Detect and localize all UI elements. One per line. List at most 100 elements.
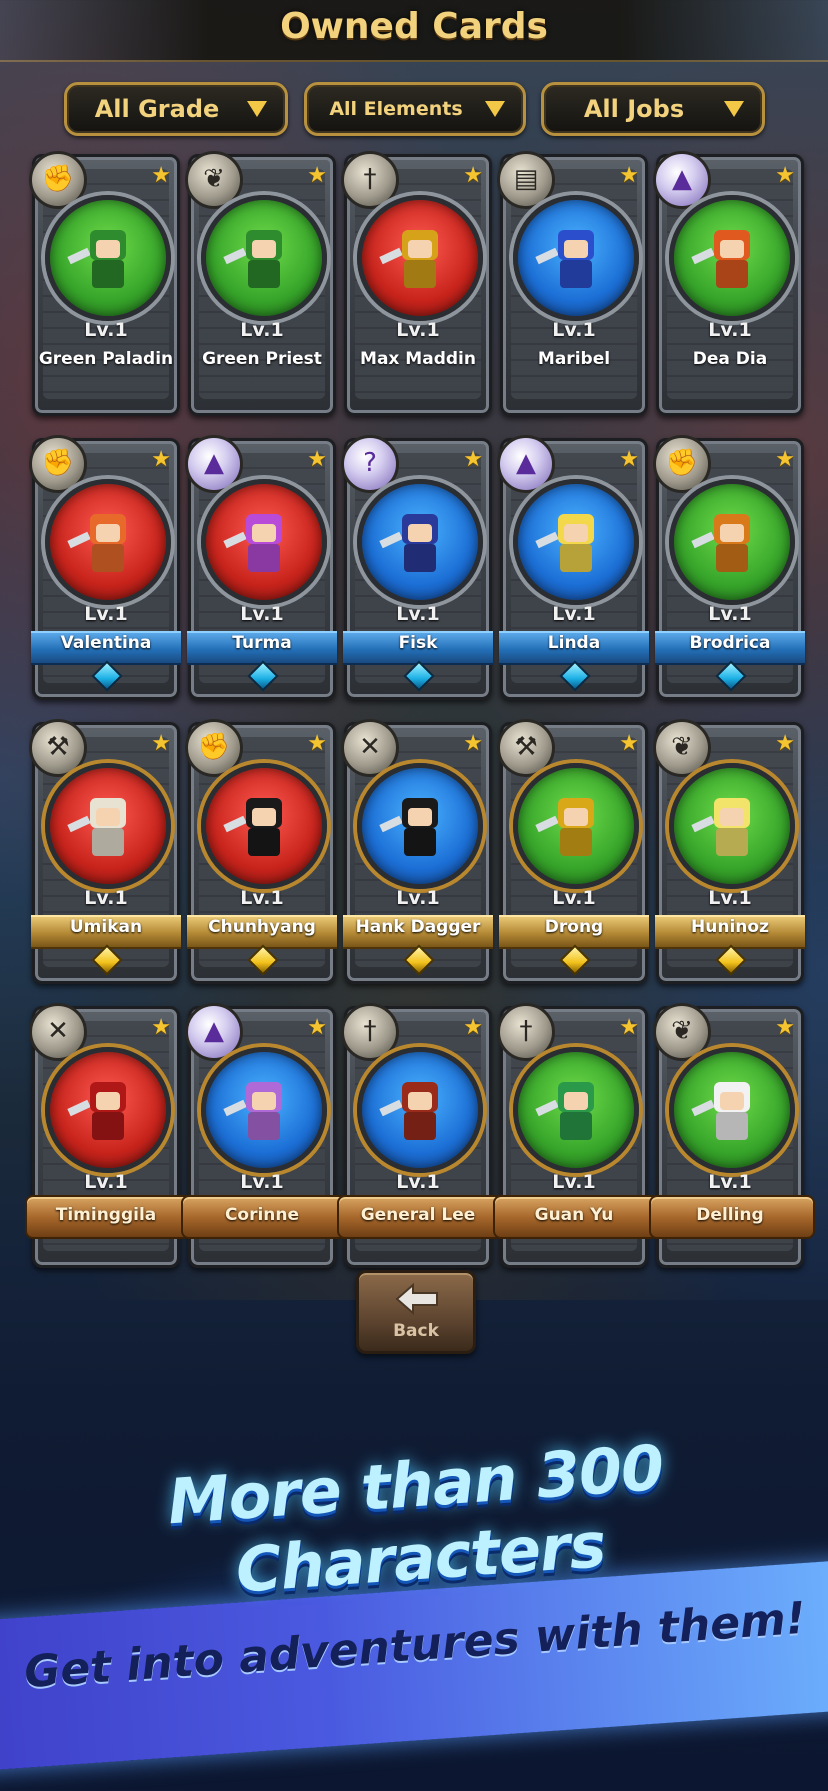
character-sprite	[67, 514, 134, 576]
sprite-body	[248, 544, 280, 572]
character-card[interactable]: ★ ▲ Lv.1 Dea Dia	[653, 151, 804, 416]
character-sprite	[535, 1082, 602, 1144]
elements-filter-dropdown[interactable]: All Elements	[304, 82, 526, 136]
card-level: Lv.1	[84, 887, 128, 909]
character-card[interactable]: ★ ✊ Lv.1 Valentina	[29, 435, 181, 700]
star-icon: ★	[307, 1015, 327, 1040]
character-card[interactable]: ★ ❦ Lv.1 Green Priest	[185, 151, 336, 416]
card-name: Umikan	[69, 917, 143, 937]
character-portrait	[201, 763, 327, 889]
character-card[interactable]: ★ † Lv.1 Guan Yu	[493, 1003, 659, 1268]
axe-icon: ⚒	[29, 719, 87, 777]
weapon-icon	[535, 815, 559, 833]
sprite-body	[560, 1112, 592, 1140]
card-name: Linda	[547, 633, 601, 653]
grade-filter-dropdown[interactable]: All Grade	[64, 82, 288, 136]
card-name: Fisk	[398, 633, 438, 653]
card-name: Green Paladin	[38, 349, 174, 369]
character-sprite	[223, 798, 290, 860]
sprite-face	[564, 524, 588, 542]
book-icon: ▤	[497, 151, 555, 209]
character-card[interactable]: ★ ✊ Lv.1 Green Paladin	[29, 151, 180, 416]
card-name: Chunhyang	[208, 917, 316, 937]
character-sprite	[67, 1082, 134, 1144]
star-icon: ★	[307, 163, 327, 188]
sprite-face	[720, 808, 744, 826]
star-icon: ★	[463, 731, 483, 756]
wings-icon: ❦	[185, 151, 243, 209]
character-portrait	[357, 1047, 483, 1173]
card-level: Lv.1	[552, 319, 596, 341]
sprite-face	[252, 1092, 276, 1110]
sprite-body	[560, 544, 592, 572]
character-portrait	[513, 195, 639, 321]
card-level: Lv.1	[708, 887, 752, 909]
sprite-face	[252, 240, 276, 258]
star-icon: ★	[307, 731, 327, 756]
chevron-down-icon	[724, 101, 744, 117]
character-card[interactable]: ★ ▲ Lv.1 Corinne	[181, 1003, 347, 1268]
card-level: Lv.1	[84, 603, 128, 625]
card-name: Green Priest	[202, 349, 322, 369]
character-portrait	[357, 195, 483, 321]
weapon-icon	[223, 815, 247, 833]
character-card[interactable]: ★ ❦ Lv.1 Huninoz	[653, 719, 805, 984]
sprite-body	[716, 828, 748, 856]
character-card[interactable]: ★ ⚒ Lv.1 Drong	[497, 719, 649, 984]
back-arrow-icon	[395, 1283, 438, 1315]
character-card[interactable]: ★ † Lv.1 Max Maddin	[341, 151, 492, 416]
character-card[interactable]: ★ ✊ Lv.1 Brodrica	[653, 435, 805, 700]
card-level: Lv.1	[396, 319, 440, 341]
character-card[interactable]: ★ ✕ Lv.1 Timinggila	[25, 1003, 191, 1268]
card-level: Lv.1	[552, 603, 596, 625]
character-card[interactable]: ★ ▤ Lv.1 Maribel	[497, 151, 648, 416]
character-card[interactable]: ★ ❦ Lv.1 Delling	[649, 1003, 815, 1268]
sprite-face	[564, 240, 588, 258]
card-name: Maribel	[537, 349, 611, 369]
card-level: Lv.1	[396, 887, 440, 909]
weapon-icon	[379, 247, 403, 265]
character-portrait	[357, 763, 483, 889]
fist-icon: ✊	[653, 435, 711, 493]
jobs-filter-dropdown[interactable]: All Jobs	[541, 82, 765, 136]
character-card[interactable]: ★ ✊ Lv.1 Chunhyang	[185, 719, 337, 984]
card-name: Timinggila	[55, 1205, 157, 1225]
sprite-face	[252, 808, 276, 826]
character-card[interactable]: ★ ⚒ Lv.1 Umikan	[29, 719, 181, 984]
sprite-body	[404, 828, 436, 856]
witch-hat-icon: ▲	[497, 435, 555, 493]
card-level: Lv.1	[708, 603, 752, 625]
character-sprite	[223, 1082, 290, 1144]
character-portrait	[669, 479, 795, 605]
character-card[interactable]: ★ ✕ Lv.1 Hank Dagger	[341, 719, 493, 984]
sprite-body	[716, 544, 748, 572]
star-icon: ★	[619, 163, 639, 188]
weapon-icon	[67, 531, 91, 549]
sprite-face	[720, 1092, 744, 1110]
sprite-face	[408, 1092, 432, 1110]
crossed-swords-icon: ✕	[29, 1003, 87, 1061]
character-portrait	[45, 479, 171, 605]
weapon-icon	[691, 815, 715, 833]
character-card[interactable]: ★ ▲ Lv.1 Linda	[497, 435, 649, 700]
card-name: Huninoz	[691, 917, 769, 937]
star-icon: ★	[463, 163, 483, 188]
star-icon: ★	[151, 447, 171, 472]
character-sprite	[379, 230, 446, 292]
back-button[interactable]: Back	[356, 1270, 476, 1354]
weapon-icon	[67, 1099, 91, 1117]
star-icon: ★	[307, 447, 327, 472]
star-icon: ★	[775, 447, 795, 472]
character-portrait	[513, 763, 639, 889]
card-name: Valentina	[60, 633, 152, 653]
character-sprite	[691, 514, 758, 576]
sprite-face	[720, 524, 744, 542]
character-card[interactable]: ★ † Lv.1 General Lee	[337, 1003, 503, 1268]
card-level: Lv.1	[708, 1171, 752, 1193]
character-card[interactable]: ★ ▲ Lv.1 Turma	[185, 435, 337, 700]
sword-icon: †	[497, 1003, 555, 1061]
character-card[interactable]: ★? Lv.1 Fisk	[341, 435, 493, 700]
sprite-body	[92, 1112, 124, 1140]
weapon-icon	[379, 1099, 403, 1117]
sprite-body	[404, 544, 436, 572]
